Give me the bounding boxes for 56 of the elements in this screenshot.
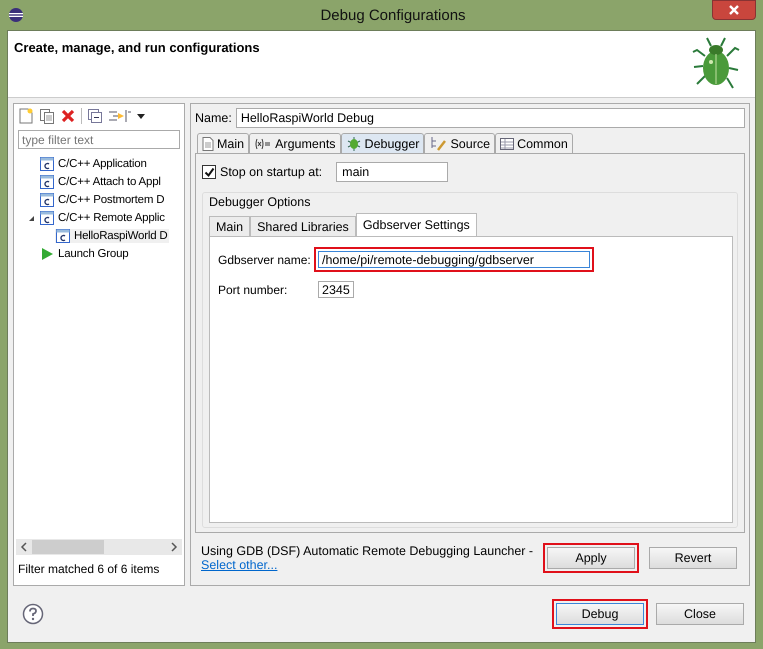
symbol-field[interactable]: main — [336, 162, 448, 182]
copy-icon[interactable] — [39, 108, 55, 124]
c-file-icon — [40, 175, 54, 189]
c-file-icon — [56, 229, 70, 243]
push-button[interactable]: Apply — [547, 547, 635, 569]
text-field[interactable]: /home/pi/remote-debugging/gdbserver — [318, 251, 590, 268]
launcher-text: Using GDB (DSF) Automatic Remote Debugging Launcher - — [201, 544, 534, 558]
tab[interactable]: Common — [495, 133, 573, 153]
variable-icon — [254, 138, 272, 150]
help-icon[interactable] — [22, 603, 44, 625]
tree-pencil-icon — [429, 136, 448, 152]
push-button[interactable]: Debug — [556, 603, 644, 625]
group-title: Debugger Options — [209, 195, 312, 209]
beetle-icon — [346, 136, 362, 152]
tree-item[interactable]: HelloRaspiWorld D — [55, 229, 169, 243]
tree-item[interactable]: C/C++ Attach to Appl — [39, 175, 162, 189]
table-icon — [500, 138, 514, 150]
delete-icon[interactable] — [60, 108, 76, 124]
filter-field[interactable]: type filter text — [18, 130, 180, 149]
close-icon[interactable] — [712, 0, 756, 20]
c-file-icon — [40, 157, 54, 171]
c-file-icon — [40, 193, 54, 207]
tab[interactable]: Shared Libraries — [250, 216, 356, 236]
name-label: Name: — [195, 111, 232, 125]
tab[interactable]: Arguments — [249, 133, 341, 153]
tab[interactable]: Debugger — [340, 133, 424, 153]
dropdown-icon[interactable] — [137, 114, 145, 118]
tab[interactable]: Source — [424, 133, 496, 153]
filter-icon[interactable] — [108, 108, 132, 124]
play-icon — [40, 247, 54, 261]
horizontal-scrollbar[interactable] — [16, 539, 182, 555]
tab[interactable]: Gdbserver Settings — [356, 213, 477, 236]
field-label: Gdbserver name: — [218, 252, 310, 266]
checkbox[interactable] — [202, 165, 216, 179]
collapse-all-icon[interactable] — [87, 108, 103, 124]
c-file-icon — [40, 211, 54, 225]
push-button[interactable]: Close — [656, 603, 744, 625]
select-other-link[interactable]: Select other... — [201, 558, 278, 572]
tree-item[interactable]: C/C++ Postmortem D — [39, 193, 166, 207]
tree-item[interactable]: C/C++ Remote Applic — [39, 211, 166, 225]
document-icon — [202, 136, 214, 150]
collapse-icon[interactable] — [28, 214, 35, 222]
push-button[interactable]: Revert — [649, 547, 737, 569]
name-field[interactable]: HelloRaspiWorld Debug — [236, 108, 745, 128]
tree-item[interactable]: C/C++ Application — [39, 157, 148, 171]
window-title: Debug Configurations — [319, 6, 467, 24]
tab[interactable]: Main — [197, 133, 250, 153]
tree-item[interactable]: Launch Group — [39, 247, 130, 261]
text-field[interactable]: 2345 — [318, 281, 354, 298]
field-label: Port number: — [218, 282, 288, 296]
new-file-icon[interactable] — [18, 108, 34, 124]
checkbox-label: Stop on startup at: — [220, 165, 322, 179]
eclipse-icon — [8, 7, 24, 23]
header-title: Create, manage, and run configurations — [14, 40, 260, 57]
filter-status: Filter matched 6 of 6 items — [17, 561, 160, 578]
tab[interactable]: Main — [209, 216, 250, 236]
